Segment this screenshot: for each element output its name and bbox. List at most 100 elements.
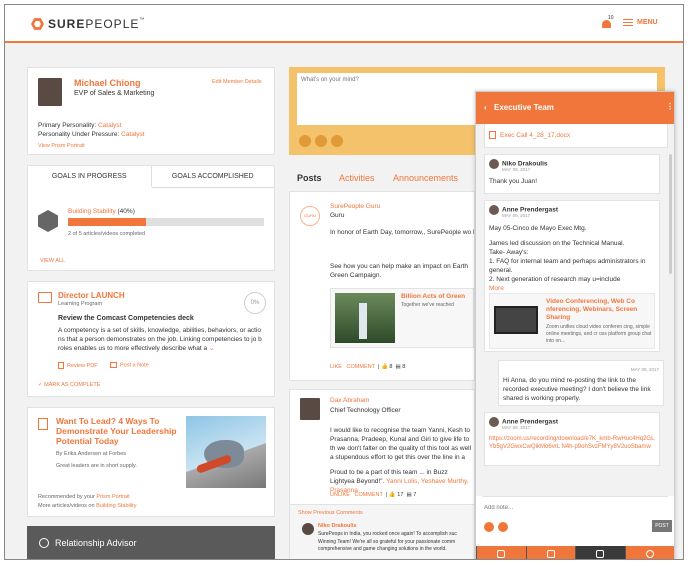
comment-button-2[interactable]: COMMENT	[354, 492, 382, 498]
nav-notes-icon[interactable]	[525, 546, 575, 559]
deck-description-text: A competency is a set of skills, knowled…	[58, 327, 262, 352]
profile-name[interactable]: Michael Chiong	[74, 78, 141, 88]
article-image[interactable]	[186, 416, 266, 488]
relationship-advisor-card[interactable]: Relationship Advisor	[27, 526, 275, 559]
author-avatar[interactable]	[300, 398, 320, 420]
doc-icon	[489, 131, 496, 140]
post-author[interactable]: SurePeople Guru	[330, 203, 380, 210]
avatar[interactable]	[38, 78, 62, 106]
attach-icon[interactable]	[299, 135, 311, 147]
attach-icon-chat[interactable]	[484, 522, 494, 532]
message-line-2: James led discussion on the Technical Ma…	[489, 240, 625, 247]
program-title[interactable]: Director LAUNCH	[58, 291, 125, 300]
post-note-link[interactable]: Post a Note	[110, 362, 149, 368]
prism-portrait-link[interactable]: View Prism Portrait	[38, 143, 85, 149]
message-more-link[interactable]: More	[489, 284, 655, 293]
person-icon[interactable]	[315, 135, 327, 147]
chat-icon-shape	[596, 550, 605, 558]
note-icon	[110, 362, 117, 368]
advisor-icon	[39, 538, 49, 548]
chat-link-title: Video Conferencing, Web Co nferencing, W…	[546, 298, 638, 321]
message-date: MAY 09, 2017	[502, 167, 531, 172]
mark-complete-link[interactable]: ✓ MARK AS COMPLETE	[38, 382, 100, 388]
tab-activities[interactable]: Activities	[339, 173, 375, 183]
edit-member-link[interactable]: Edit Member Details	[212, 79, 262, 85]
goal-subtext: 2 of 5 articles/videos completed	[68, 231, 146, 237]
pressure-personality-label: Personality Under Pressure:	[38, 131, 120, 138]
nav-settings-icon[interactable]	[624, 546, 674, 559]
link-preview[interactable]: Billion Acts of Green Together we've rea…	[330, 288, 474, 348]
post-button[interactable]: POST	[652, 520, 672, 532]
post-actions: LIKE COMMENT | 👍 8 ▤ 8	[330, 364, 406, 370]
chat-note-input[interactable]	[482, 496, 668, 518]
pressure-personality-value[interactable]: Catalyst	[121, 131, 144, 138]
nav-home-icon[interactable]	[476, 546, 526, 559]
learning-program-card: Director LAUNCH Learning Program 0% Revi…	[27, 281, 275, 397]
tab-posts[interactable]: Posts	[297, 173, 322, 183]
back-chevron-icon[interactable]: ‹	[484, 103, 487, 112]
message-line-1: May 05-Cinco de Mayo Exec Mtg.	[489, 225, 587, 232]
comment-icon-2: ▤	[406, 492, 412, 498]
home-icon-shape	[497, 550, 506, 558]
brand-logo[interactable]: SUREPEOPLE™	[31, 17, 145, 31]
goals-tabs: GOALS IN PROGRESS GOALS ACCOMPLISHED	[28, 166, 274, 188]
message-line-4: 1. FAQ for internal team and perhaps adm…	[489, 258, 646, 274]
recording-link[interactable]: https://zoom.us/recording/download/e7K_k…	[489, 435, 655, 451]
message-avatar-4	[489, 417, 499, 427]
like-button[interactable]: LIKE	[330, 364, 342, 370]
article-byline: By Erika Andersen at Forbes	[56, 451, 127, 457]
post-author-2[interactable]: Dax Abraham	[330, 397, 369, 404]
primary-personality-value[interactable]: Catalyst	[98, 122, 121, 129]
show-previous-comments[interactable]: Show Previous Comments	[298, 510, 363, 516]
chart-icon[interactable]	[331, 135, 343, 147]
tab-goals-in-progress[interactable]: GOALS IN PROGRESS	[28, 166, 152, 188]
review-pdf-link[interactable]: Review PDF	[58, 362, 98, 369]
message-avatar-2	[489, 205, 499, 215]
primary-personality-label: Primary Personality:	[38, 122, 97, 129]
more-vert-icon[interactable]: ⋮	[666, 102, 674, 111]
chat-messages[interactable]: Exec Call 4_28_17.docx Niko Drakoulis MA…	[476, 124, 674, 496]
article-title[interactable]: Want To Lead? 4 Ways To Demonstrate Your…	[56, 416, 184, 446]
chat-scrollbar[interactable]	[669, 154, 672, 274]
more-articles-label: More articles/videos on	[38, 503, 95, 509]
comment-icon: ▤	[395, 364, 401, 370]
message-avatar	[489, 159, 499, 169]
nav-chat-icon[interactable]	[575, 546, 625, 559]
chevron-down-icon[interactable]: ⌄	[209, 345, 214, 352]
message-date-4: MAY 09, 2017	[502, 425, 531, 430]
chat-panel: ‹ Executive Team ⋮ Exec Call 4_28_17.doc…	[475, 91, 675, 559]
deck-title: Review the Comcast Competencies deck	[58, 315, 194, 322]
recommended-link[interactable]: Prism Portrait	[96, 494, 129, 500]
chat-message-4: Anne Prendergast MAY 09, 2017 https://zo…	[484, 412, 660, 466]
top-bar: SUREPEOPLE™ 10 MENU	[5, 5, 683, 43]
composer-actions	[299, 135, 343, 147]
unlike-button[interactable]: UNLIKE	[330, 492, 350, 498]
chat-link-preview[interactable]: Video Conferencing, Web Co nferencing, W…	[489, 293, 655, 349]
commenter-avatar[interactable]	[302, 523, 314, 535]
view-all-link[interactable]: VIEW ALL	[40, 258, 65, 264]
tab-announcements[interactable]: Announcements	[393, 173, 458, 183]
post-body: In honor of Earth Day, tomorrow,, SurePe…	[330, 229, 474, 236]
comment-button[interactable]: COMMENT	[347, 364, 375, 370]
tab-goals-accomplished[interactable]: GOALS ACCOMPLISHED	[151, 166, 274, 188]
notification-bell-icon[interactable]: 10	[601, 15, 614, 30]
message-text-3: Hi Anna, do you mind re-posting the link…	[503, 377, 651, 402]
program-type: Learning Program	[58, 301, 103, 307]
post-note-label: Post a Note	[120, 362, 149, 369]
chart-icon-chat[interactable]	[498, 522, 508, 532]
hamburger-icon	[623, 19, 633, 26]
menu-button[interactable]: MENU	[623, 19, 658, 26]
post-actions-2: UNLIKE COMMENT | 👍 17 ▤ 7	[330, 492, 417, 498]
goal-title[interactable]: Building Stability (40%)	[68, 208, 135, 215]
chat-message: Niko Drakoulis MAY 09, 2017 Thank you Ju…	[484, 154, 660, 194]
comment-author[interactable]: Niko Drakoulis	[318, 523, 357, 529]
chat-link-desc: Zoom unifies cloud video conferen cing, …	[546, 324, 652, 344]
post-body-4: Proud to be a part of this team ... in B…	[330, 468, 474, 495]
more-articles-link[interactable]: Building Stability	[96, 503, 136, 509]
guru-avatar[interactable]: GURU	[300, 206, 320, 226]
chat-footer-nav	[476, 546, 674, 559]
more-articles: More articles/videos on Building Stabili…	[38, 503, 136, 509]
file-link[interactable]: Exec Call 4_28_17.docx	[489, 131, 570, 140]
profile-card: Michael Chiong Edit Member Details EVP o…	[27, 67, 275, 155]
chat-input-actions	[484, 522, 508, 532]
